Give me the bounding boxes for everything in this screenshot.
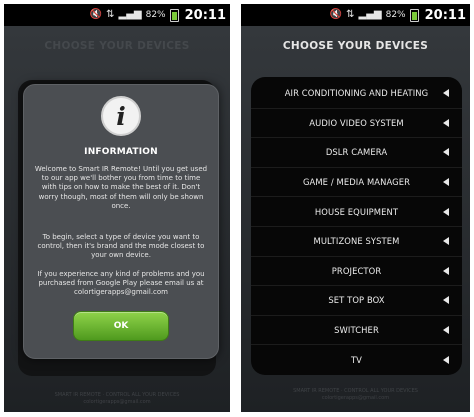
dialog-paragraph-welcome: Welcome to Smart IR Remote! Until you ge… <box>34 165 208 210</box>
left-arrow-icon <box>443 266 449 275</box>
status-bar: 🔇 ⇅ ▂▄▆ 82% 20:11 <box>241 4 470 26</box>
device-label: PROJECTOR <box>331 265 382 276</box>
device-label: SWITCHER <box>334 325 379 336</box>
footer-email: colortigerapps@gmail.com <box>83 399 151 405</box>
footer-email: colortigerapps@gmail.com <box>321 395 390 401</box>
device-label: AIR CONDITIONING AND HEATING <box>284 88 429 99</box>
network-type-icon: ⇅ <box>346 9 355 20</box>
phone-screen-devices: 🔇 ⇅ ▂▄▆ 82% 20:11 CHOOSE YOUR DEVICES AI… <box>241 4 470 412</box>
phone-screen-info: 🔇 ⇅ ▂▄▆ 82% 20:11 CHOOSE YOUR DEVICES TV… <box>4 4 230 412</box>
dialog-paragraph-begin: To begin, select a type of device you wa… <box>37 233 205 260</box>
information-dialog: i INFORMATION Welcome to Smart IR Remote… <box>23 84 219 359</box>
network-type-icon: ⇅ <box>106 9 115 20</box>
info-icon: i <box>101 96 141 136</box>
device-item-tv[interactable]: TV <box>251 345 462 375</box>
left-arrow-icon <box>443 148 449 157</box>
device-label: GAME / MEDIA MANAGER <box>302 177 411 188</box>
device-label: TV <box>350 355 363 366</box>
screen-title: CHOOSE YOUR DEVICES <box>44 40 190 52</box>
device-label: AUDIO VIDEO SYSTEM <box>309 117 404 128</box>
device-item-game-media[interactable]: GAME / MEDIA MANAGER <box>251 168 462 198</box>
device-item-projector[interactable]: PROJECTOR <box>251 257 462 287</box>
device-item-switcher[interactable]: SWITCHER <box>251 316 462 346</box>
footer-text: SMART IR REMOTE · CONTROL ALL YOUR DEVIC… <box>293 388 418 394</box>
device-label: SET TOP BOX <box>328 295 385 306</box>
battery-percent: 82% <box>145 10 166 20</box>
device-item-audio-video[interactable]: AUDIO VIDEO SYSTEM <box>251 109 462 139</box>
battery-percent: 82% <box>385 10 406 20</box>
device-item-air-conditioning[interactable]: AIR CONDITIONING AND HEATING <box>251 79 462 109</box>
device-label: DSLR CAMERA <box>325 147 388 158</box>
ok-button[interactable]: OK <box>73 311 169 341</box>
battery-icon <box>169 8 179 22</box>
device-item-multizone[interactable]: MULTIZONE SYSTEM <box>251 227 462 257</box>
left-arrow-icon <box>443 356 449 365</box>
mute-icon: 🔇 <box>89 9 103 20</box>
screen-title: CHOOSE YOUR DEVICES <box>282 40 429 52</box>
dialog-title: INFORMATION <box>84 147 158 157</box>
battery-icon <box>409 8 419 22</box>
status-time: 20:11 <box>424 7 466 23</box>
device-label: HOUSE EQUIPMENT <box>314 206 399 217</box>
status-bar: 🔇 ⇅ ▂▄▆ 82% 20:11 <box>4 4 230 26</box>
device-item-house-equipment[interactable]: HOUSE EQUIPMENT <box>251 197 462 227</box>
device-list: AIR CONDITIONING AND HEATING AUDIO VIDEO… <box>251 77 462 375</box>
mute-icon: 🔇 <box>329 9 343 20</box>
left-arrow-icon <box>443 296 449 305</box>
device-label: MULTIZONE SYSTEM <box>313 236 400 247</box>
left-arrow-icon <box>443 207 449 216</box>
left-arrow-icon <box>443 326 449 335</box>
signal-icon: ▂▄▆ <box>118 9 142 20</box>
left-arrow-icon <box>443 178 449 187</box>
left-arrow-icon <box>443 118 449 127</box>
status-time: 20:11 <box>184 7 226 23</box>
signal-icon: ▂▄▆ <box>358 9 382 20</box>
left-arrow-icon <box>443 237 449 246</box>
dialog-paragraph-support: If you experience any kind of problems a… <box>37 270 205 297</box>
device-item-dslr-camera[interactable]: DSLR CAMERA <box>251 138 462 168</box>
device-item-set-top-box[interactable]: SET TOP BOX <box>251 286 462 316</box>
footer-text: SMART IR REMOTE · CONTROL ALL YOUR DEVIC… <box>54 392 180 398</box>
left-arrow-icon <box>443 89 449 98</box>
